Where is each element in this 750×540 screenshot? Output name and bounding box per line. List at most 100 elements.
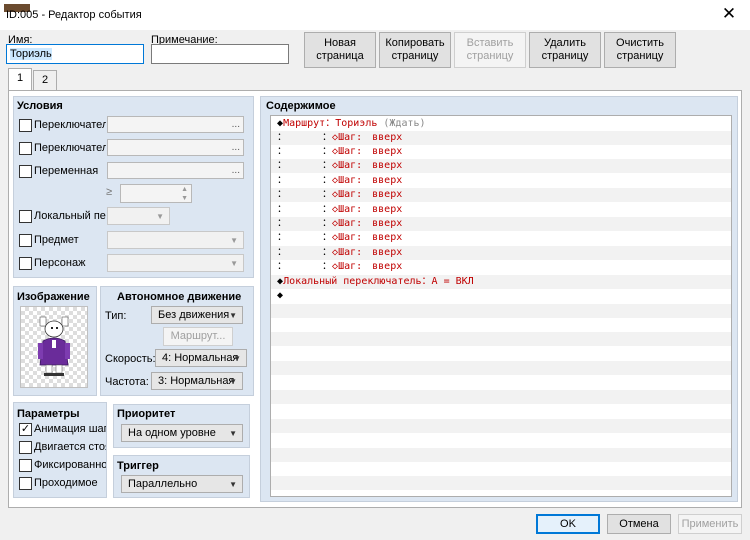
- movement-type-value: Без движения: [158, 309, 230, 321]
- options-title: Параметры: [17, 408, 80, 420]
- chevron-down-icon: ▼: [230, 236, 238, 245]
- step-text: Шаг: вверх: [338, 189, 403, 200]
- command-row-step[interactable]: ： ：◇Шаг: вверх: [271, 260, 731, 274]
- list-blank-row: [271, 462, 731, 476]
- list-blank-row: [271, 390, 731, 404]
- variable-checkbox[interactable]: [19, 165, 32, 178]
- direction-fix-checkbox[interactable]: [19, 459, 32, 472]
- end-marker: ◆: [277, 290, 284, 301]
- chevron-down-icon: ▼: [233, 354, 241, 363]
- step-text: Шаг: вверх: [338, 132, 403, 143]
- chevron-down-icon: ▼: [229, 377, 237, 386]
- step-prefix: ： ：: [277, 218, 333, 229]
- switch2-label: Переключатель: [34, 142, 106, 154]
- frequency-value: 3: Нормальная: [158, 375, 235, 387]
- event-command-list[interactable]: ◆Маршрут：Ториэль (Ждать) ： ：◇Шаг: вверх …: [270, 115, 732, 497]
- chevron-down-icon: ▼: [229, 480, 237, 489]
- frequency-label: Частота:: [105, 376, 149, 388]
- command-row-step[interactable]: ： ：◇Шаг: вверх: [271, 188, 731, 202]
- command-row-step[interactable]: ： ：◇Шаг: вверх: [271, 145, 731, 159]
- command-row-step[interactable]: ： ：◇Шаг: вверх: [271, 231, 731, 245]
- list-blank-row: [271, 476, 731, 490]
- list-blank-row: [271, 304, 731, 318]
- trigger-value: Параллельно: [128, 478, 198, 490]
- switch2-checkbox[interactable]: [19, 142, 32, 155]
- paste-page-button[interactable]: Вставить страницу: [454, 32, 526, 68]
- actor-label: Персонаж: [34, 257, 86, 269]
- self-switch-label: Локальный пере: [34, 210, 106, 222]
- switch1-checkbox[interactable]: [19, 119, 32, 132]
- command-row-step[interactable]: ： ：◇Шаг: вверх: [271, 131, 731, 145]
- command-row-step[interactable]: ： ：◇Шаг: вверх: [271, 159, 731, 173]
- close-button[interactable]: ✕: [712, 1, 746, 27]
- character-sprite-icon[interactable]: [20, 306, 88, 388]
- step-prefix: ： ：: [277, 175, 333, 186]
- list-blank-row: [271, 419, 731, 433]
- switch2-field[interactable]: ...: [107, 139, 244, 156]
- new-page-button[interactable]: Новая страница: [304, 32, 376, 68]
- step-prefix: ： ：: [277, 232, 333, 243]
- step-prefix: ： ：: [277, 247, 333, 258]
- stepping-anim-checkbox[interactable]: [19, 441, 32, 454]
- copy-page-button[interactable]: Копировать страницу: [379, 32, 451, 68]
- priority-value: На одном уровне: [128, 427, 216, 439]
- cancel-button[interactable]: Отмена: [607, 514, 671, 534]
- list-blank-row: [271, 433, 731, 447]
- step-text: Шаг: вверх: [338, 204, 403, 215]
- route-target: Ториэль: [335, 118, 378, 129]
- switch1-field[interactable]: ...: [107, 116, 244, 133]
- command-row-route[interactable]: ◆Маршрут：Ториэль (Ждать): [271, 117, 731, 131]
- priority-select[interactable]: На одном уровне ▼: [121, 424, 243, 442]
- step-text: Шаг: вверх: [338, 175, 403, 186]
- tab-page-2[interactable]: 2: [33, 70, 57, 90]
- chevron-down-icon: ▼: [229, 429, 237, 438]
- list-blank-row: [271, 376, 731, 390]
- name-input[interactable]: Ториэль: [6, 44, 144, 64]
- command-row-step[interactable]: ： ：◇Шаг: вверх: [271, 246, 731, 260]
- trigger-select[interactable]: Параллельно ▼: [121, 475, 243, 493]
- spin-down-icon[interactable]: ▼: [181, 191, 188, 206]
- list-blank-row: [271, 318, 731, 332]
- variable-label: Переменная: [34, 165, 99, 177]
- list-blank-row: [271, 404, 731, 418]
- tab-page-1[interactable]: 1: [8, 68, 32, 90]
- step-prefix: ： ：: [277, 189, 333, 200]
- step-prefix: ： ：: [277, 261, 333, 272]
- actor-checkbox[interactable]: [19, 257, 32, 270]
- step-text: Шаг: вверх: [338, 261, 403, 272]
- self-switch-select[interactable]: ▼: [107, 207, 170, 225]
- actor-select[interactable]: ▼: [107, 254, 244, 272]
- self-switch-checkbox[interactable]: [19, 210, 32, 223]
- item-checkbox[interactable]: [19, 234, 32, 247]
- item-select[interactable]: ▼: [107, 231, 244, 249]
- self-switch-command: Локальный переключатель：A = ВКЛ: [283, 276, 474, 287]
- item-label: Предмет: [34, 234, 79, 246]
- list-blank-row: [271, 448, 731, 462]
- variable-value-spinner[interactable]: ▲ ▼: [120, 184, 192, 203]
- command-row-step[interactable]: ： ：◇Шаг: вверх: [271, 174, 731, 188]
- command-row-empty[interactable]: ◆: [271, 289, 731, 303]
- clear-page-button[interactable]: Очистить страницу: [604, 32, 676, 68]
- route-button[interactable]: Маршрут...: [163, 327, 233, 346]
- command-row-step[interactable]: ： ：◇Шаг: вверх: [271, 217, 731, 231]
- step-prefix: ： ：: [277, 132, 333, 143]
- window-title: ID:005 - Редактор события: [6, 9, 142, 21]
- route-wait: (Ждать): [377, 118, 426, 129]
- step-text: Шаг: вверх: [338, 146, 403, 157]
- image-title: Изображение: [17, 291, 90, 303]
- through-checkbox[interactable]: [19, 477, 32, 490]
- delete-page-button[interactable]: Удалить страницу: [529, 32, 601, 68]
- apply-button[interactable]: Применить: [678, 514, 742, 534]
- ok-button[interactable]: OK: [536, 514, 600, 534]
- speed-select[interactable]: 4: Нормальная ▼: [155, 349, 247, 367]
- command-row-self-switch[interactable]: ◆Локальный переключатель：A = ВКЛ: [271, 275, 731, 289]
- frequency-select[interactable]: 3: Нормальная ▼: [151, 372, 243, 390]
- priority-title: Приоритет: [117, 408, 176, 420]
- gte-symbol: ≥: [106, 186, 113, 198]
- variable-field[interactable]: ...: [107, 162, 244, 179]
- movement-type-select[interactable]: Без движения ▼: [151, 306, 243, 324]
- walking-anim-checkbox[interactable]: ✓: [19, 423, 32, 436]
- sprite-graphic: [38, 316, 70, 376]
- command-row-step[interactable]: ： ：◇Шаг: вверх: [271, 203, 731, 217]
- note-input[interactable]: [151, 44, 289, 64]
